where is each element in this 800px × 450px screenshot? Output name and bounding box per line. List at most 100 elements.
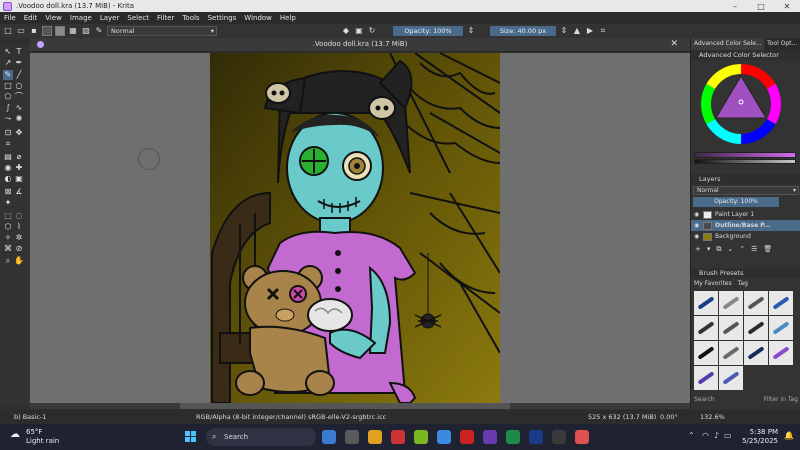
color-picker-icon[interactable]: ⌀ [14,152,24,162]
current-brush[interactable]: b) Basic-1 [14,413,46,421]
taskbar-app-icon[interactable] [437,430,451,444]
move-layer-up-icon[interactable]: ⌃ [739,245,745,254]
taskbar-clock[interactable]: 5:38 PM 5/25/2025 [734,428,778,446]
tag-button[interactable]: Tag [738,280,748,287]
eye-icon[interactable]: ◉ [694,222,700,229]
pattern-icon[interactable]: ▧ [81,26,91,36]
saturation-bar[interactable] [694,152,796,158]
ellipse-tool-icon[interactable]: ○ [14,81,24,91]
polygon-select-icon[interactable]: ⬡ [3,222,13,232]
bezier-select-icon[interactable]: ⌘ [3,244,13,254]
magnetic-select-icon[interactable]: ⊘ [14,244,24,254]
brush-preset-tile[interactable] [744,316,768,340]
rotation-info[interactable]: 0.00° [660,413,678,421]
brush-preset-tile[interactable] [744,341,768,365]
save-icon[interactable]: ▪ [29,26,39,36]
ellipse-select-icon[interactable]: ◌ [14,211,24,221]
taskbar-app-icon[interactable] [368,430,382,444]
freehand-select-icon[interactable]: ⌇ [14,222,24,232]
layer-row[interactable]: ◉ Paint Layer 1 [691,209,800,220]
polyline-tool-icon[interactable]: ⌒ [14,92,24,102]
menu-help[interactable]: Help [280,14,296,22]
edit-shapes-icon[interactable]: ↗ [3,58,13,68]
new-document-icon[interactable]: □ [3,26,13,36]
menu-settings[interactable]: Settings [208,14,237,22]
reload-icon[interactable]: ↻ [367,26,377,36]
size-slider[interactable]: Size: 40.00 px [490,26,556,36]
open-document-icon[interactable]: ▭ [16,26,26,36]
dynamic-brush-icon[interactable]: ⤳ [3,114,13,124]
brush-preset-tile[interactable] [769,341,793,365]
move-layer-down-icon[interactable]: ⌄ [727,245,733,254]
menu-view[interactable]: View [45,14,62,22]
taskbar-app-icon[interactable] [552,430,566,444]
transform-tool-icon[interactable]: ⌗ [3,139,13,149]
value-bar[interactable] [694,159,796,164]
colorize-mask-icon[interactable]: ◉ [3,163,13,173]
brush-preset-tile[interactable] [719,341,743,365]
preserve-alpha-icon[interactable]: ▣ [354,26,364,36]
layer-menu-icon[interactable]: ▾ [707,245,711,254]
select-shapes-icon[interactable]: ↖ [3,47,13,57]
calligraphy-icon[interactable]: ✒ [14,58,24,68]
menu-edit[interactable]: Edit [24,14,38,22]
taskbar-search[interactable]: ⌕ Search [206,428,316,446]
brush-preset-tile[interactable] [769,316,793,340]
weather-widget[interactable]: ☁ 65°F Light rain [10,428,59,446]
enclose-fill-icon[interactable]: ▣ [14,174,24,184]
preset-search-input[interactable]: Search [694,396,715,403]
taskbar-app-icon[interactable] [460,430,474,444]
gradient-icon[interactable]: ▦ [68,26,78,36]
tray-overflow-icon[interactable]: ⌃ [688,431,695,440]
filter-in-tag-checkbox[interactable]: Filter in Tag [764,396,798,403]
rect-select-icon[interactable]: ⬚ [3,211,13,221]
brush-preset-tile[interactable] [694,341,718,365]
start-button[interactable] [185,431,197,443]
layer-row[interactable]: ◉ Outline/Base P... [691,220,800,231]
tab-advanced-color-selector[interactable]: Advanced Color Sele... [691,38,765,50]
wifi-icon[interactable]: ◠ [702,431,709,440]
brush-preset-tile[interactable] [719,366,743,390]
taskbar-app-icon[interactable] [345,430,359,444]
menu-file[interactable]: File [4,14,16,22]
scrollbar-thumb[interactable] [180,403,510,409]
brush-preset-tile[interactable] [769,291,793,315]
contiguous-select-icon[interactable]: ✧ [3,233,13,243]
text-tool-icon[interactable]: T [14,47,24,57]
freehand-path-icon[interactable]: ∿ [14,103,24,113]
close-window-button[interactable]: ✕ [774,2,800,11]
multibrush-icon[interactable]: ✺ [14,114,24,124]
opacity-stepper-icon[interactable]: ⇕ [466,26,476,36]
brush-preset-tile[interactable] [694,366,718,390]
taskbar-app-icon[interactable] [483,430,497,444]
voodoo-doll-artwork[interactable] [210,53,500,403]
tag-filter-select[interactable]: My Favorites [694,280,732,287]
gradient-tool-icon[interactable]: ▤ [3,152,13,162]
battery-icon[interactable]: ▭ [724,431,732,440]
menu-window[interactable]: Window [244,14,272,22]
add-layer-icon[interactable]: + [695,245,701,254]
brush-preset-icon[interactable]: ✎ [94,26,104,36]
notification-bell-icon[interactable]: 🔔 [784,431,794,440]
layer-blend-mode-select[interactable]: Normal [693,186,799,195]
close-document-icon[interactable]: ✕ [670,39,678,49]
brush-preset-tile[interactable] [719,291,743,315]
move-tool-icon[interactable]: ✥ [14,128,24,138]
taskbar-app-icon[interactable] [391,430,405,444]
reference-images-icon[interactable]: ✦ [3,198,13,208]
zoom-level[interactable]: 132.6% [700,413,725,421]
minimize-button[interactable]: – [722,2,748,11]
fill-tool-icon[interactable]: ◐ [3,174,13,184]
eraser-icon[interactable]: ◆ [341,26,351,36]
brush-preset-tile[interactable] [694,291,718,315]
taskbar-app-icon[interactable] [575,430,589,444]
tab-tool-options[interactable]: Tool Opt... [764,38,800,50]
taskbar-app-icon[interactable] [414,430,428,444]
assistant-tool-icon[interactable]: ⊠ [3,187,13,197]
mirror-horizontal-icon[interactable]: ▲ [572,26,582,36]
background-color-swatch[interactable] [55,26,65,36]
taskbar-app-icon[interactable] [506,430,520,444]
menu-filter[interactable]: Filter [157,14,174,22]
brush-preset-tile[interactable] [719,316,743,340]
crop-tool-icon[interactable]: ⊡ [3,128,13,138]
